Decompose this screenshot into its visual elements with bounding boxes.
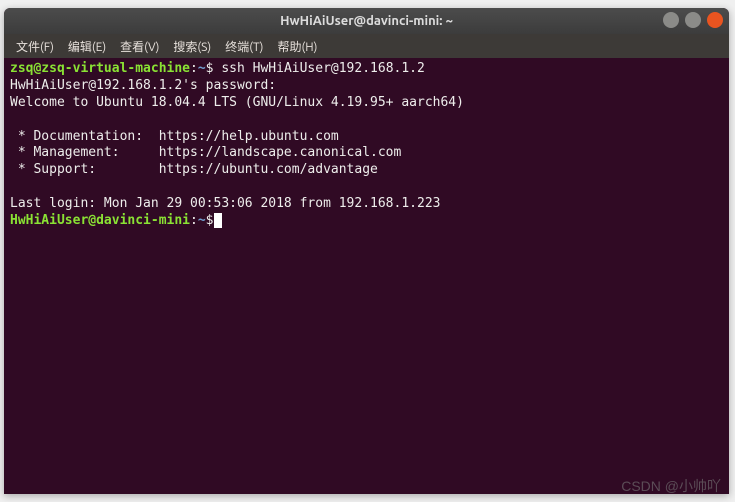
prompt-dollar: $ [206, 213, 214, 228]
menu-terminal[interactable]: 终端(T) [219, 36, 269, 57]
minimize-button[interactable] [663, 12, 679, 28]
menubar: 文件(F) 编辑(E) 查看(V) 搜索(S) 终端(T) 帮助(H) [4, 34, 729, 58]
menu-file[interactable]: 文件(F) [10, 36, 60, 57]
menu-edit[interactable]: 编辑(E) [62, 36, 112, 57]
prompt-path: ~ [198, 213, 206, 228]
prompt-sep: : [190, 213, 198, 228]
menu-help[interactable]: 帮助(H) [271, 36, 323, 57]
terminal-area[interactable]: zsq@zsq-virtual-machine:~$ ssh HwHiAiUse… [4, 58, 729, 494]
output-line: HwHiAiUser@192.168.1.2's password: [10, 78, 276, 93]
window-title: HwHiAiUser@davinci-mini: ~ [280, 14, 453, 28]
command-text: ssh HwHiAiUser@192.168.1.2 [221, 61, 425, 76]
prompt-sep: : [190, 61, 198, 76]
menu-view[interactable]: 查看(V) [114, 36, 165, 57]
prompt-user-host: HwHiAiUser@davinci-mini [10, 213, 190, 228]
watermark: CSDN @小帅吖 [621, 476, 721, 496]
output-line: * Management: https://landscape.canonica… [10, 145, 401, 160]
terminal-window: HwHiAiUser@davinci-mini: ~ 文件(F) 编辑(E) 查… [4, 8, 729, 494]
cursor [214, 213, 222, 228]
maximize-button[interactable] [685, 12, 701, 28]
prompt-path: ~ [198, 61, 206, 76]
window-controls [663, 12, 723, 28]
prompt-user-host: zsq@zsq-virtual-machine [10, 61, 190, 76]
close-button[interactable] [707, 12, 723, 28]
menu-search[interactable]: 搜索(S) [167, 36, 217, 57]
output-line: Welcome to Ubuntu 18.04.4 LTS (GNU/Linux… [10, 95, 464, 110]
output-line: * Support: https://ubuntu.com/advantage [10, 162, 378, 177]
output-line: Last login: Mon Jan 29 00:53:06 2018 fro… [10, 196, 440, 211]
output-line: * Documentation: https://help.ubuntu.com [10, 129, 339, 144]
titlebar: HwHiAiUser@davinci-mini: ~ [4, 8, 729, 34]
prompt-dollar: $ [206, 61, 222, 76]
